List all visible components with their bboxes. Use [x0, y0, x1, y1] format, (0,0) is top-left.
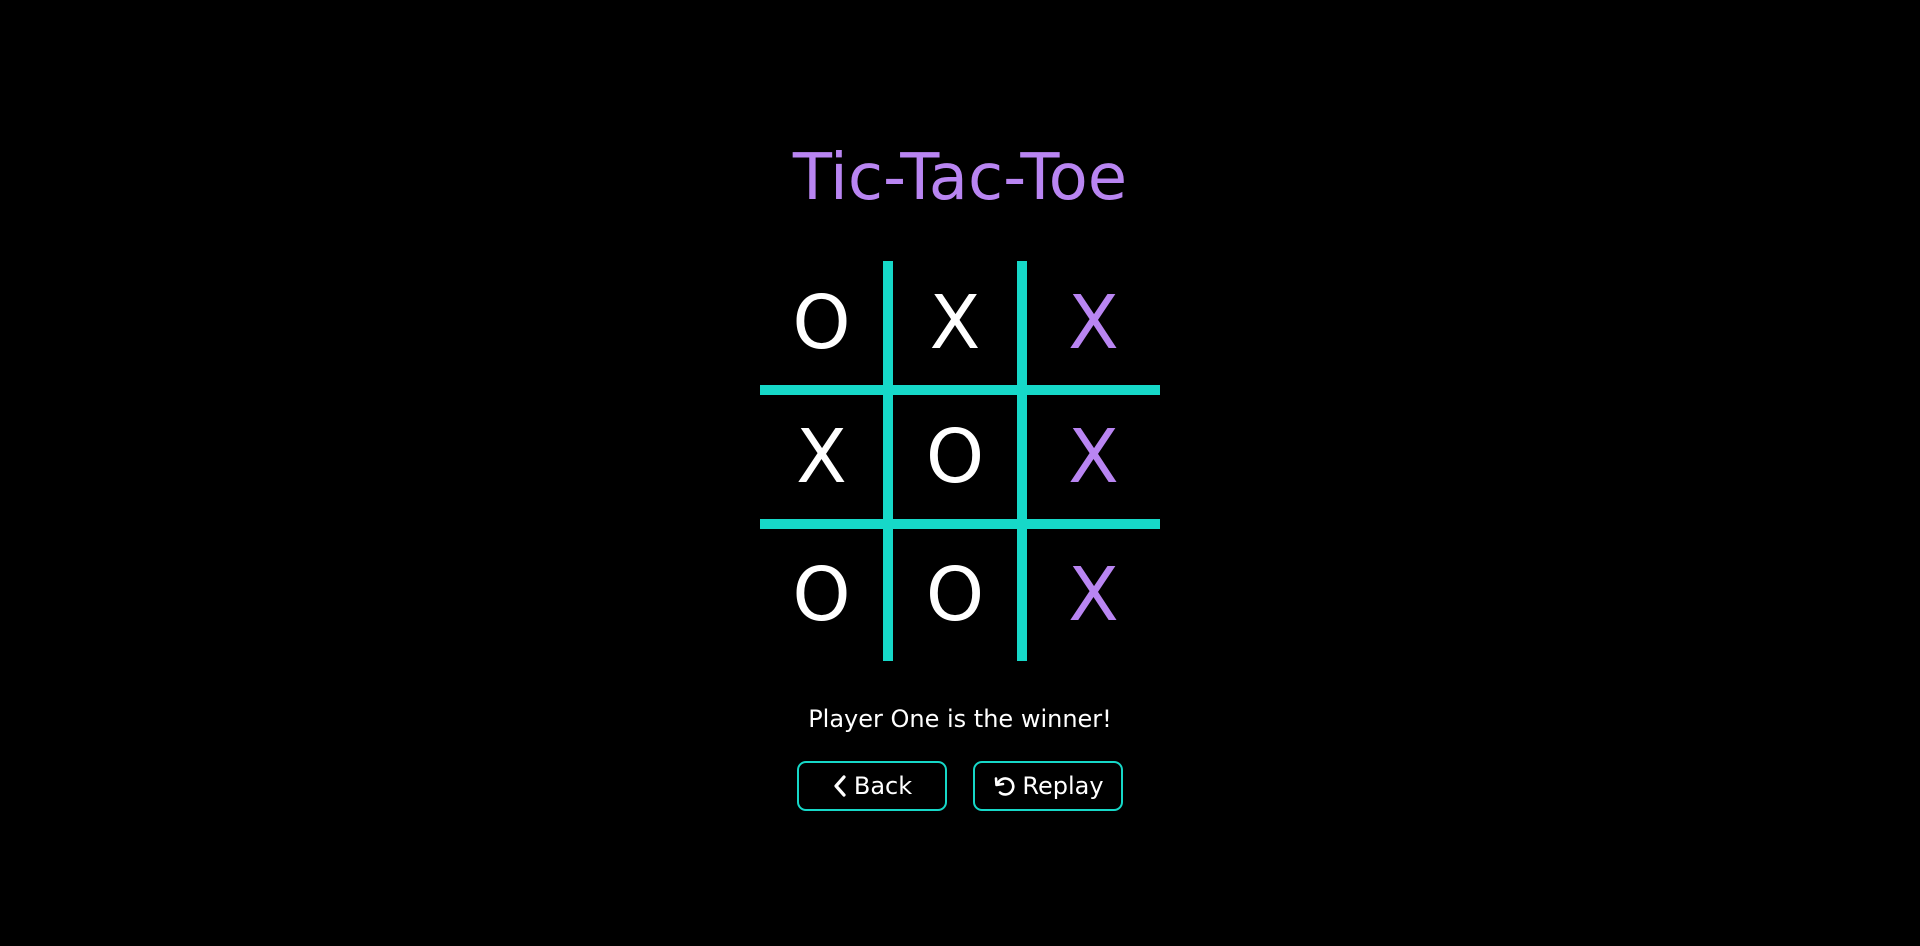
undo-arrow-icon	[992, 774, 1016, 798]
board-cell-r2-c3[interactable]: X	[1027, 395, 1160, 519]
grid-line-horizontal	[760, 385, 1160, 395]
grid-line-vertical	[883, 261, 893, 661]
board-cell-r3-c2[interactable]: O	[893, 529, 1017, 661]
game-screen: Tic-Tac-Toe O X X X O X O O X Player One…	[0, 0, 1920, 946]
grid-line-horizontal	[760, 519, 1160, 529]
replay-button-label: Replay	[1022, 772, 1104, 800]
board-cell-r3-c1[interactable]: O	[760, 529, 883, 661]
back-button[interactable]: Back	[797, 761, 947, 811]
board-cell-r1-c1[interactable]: O	[760, 261, 883, 385]
board-cell-r2-c2[interactable]: O	[893, 395, 1017, 519]
grid-line-vertical	[1017, 261, 1027, 661]
replay-button[interactable]: Replay	[973, 761, 1123, 811]
chevron-left-icon	[832, 775, 848, 797]
board-cell-r3-c3[interactable]: X	[1027, 529, 1160, 661]
back-button-label: Back	[853, 772, 913, 800]
board-cell-r1-c3[interactable]: X	[1027, 261, 1160, 385]
game-board: O X X X O X O O X	[760, 261, 1160, 661]
page-title: Tic-Tac-Toe	[792, 141, 1128, 215]
board-cell-r2-c1[interactable]: X	[760, 395, 883, 519]
winner-message: Player One is the winner!	[808, 705, 1112, 733]
board-cell-r1-c2[interactable]: X	[893, 261, 1017, 385]
